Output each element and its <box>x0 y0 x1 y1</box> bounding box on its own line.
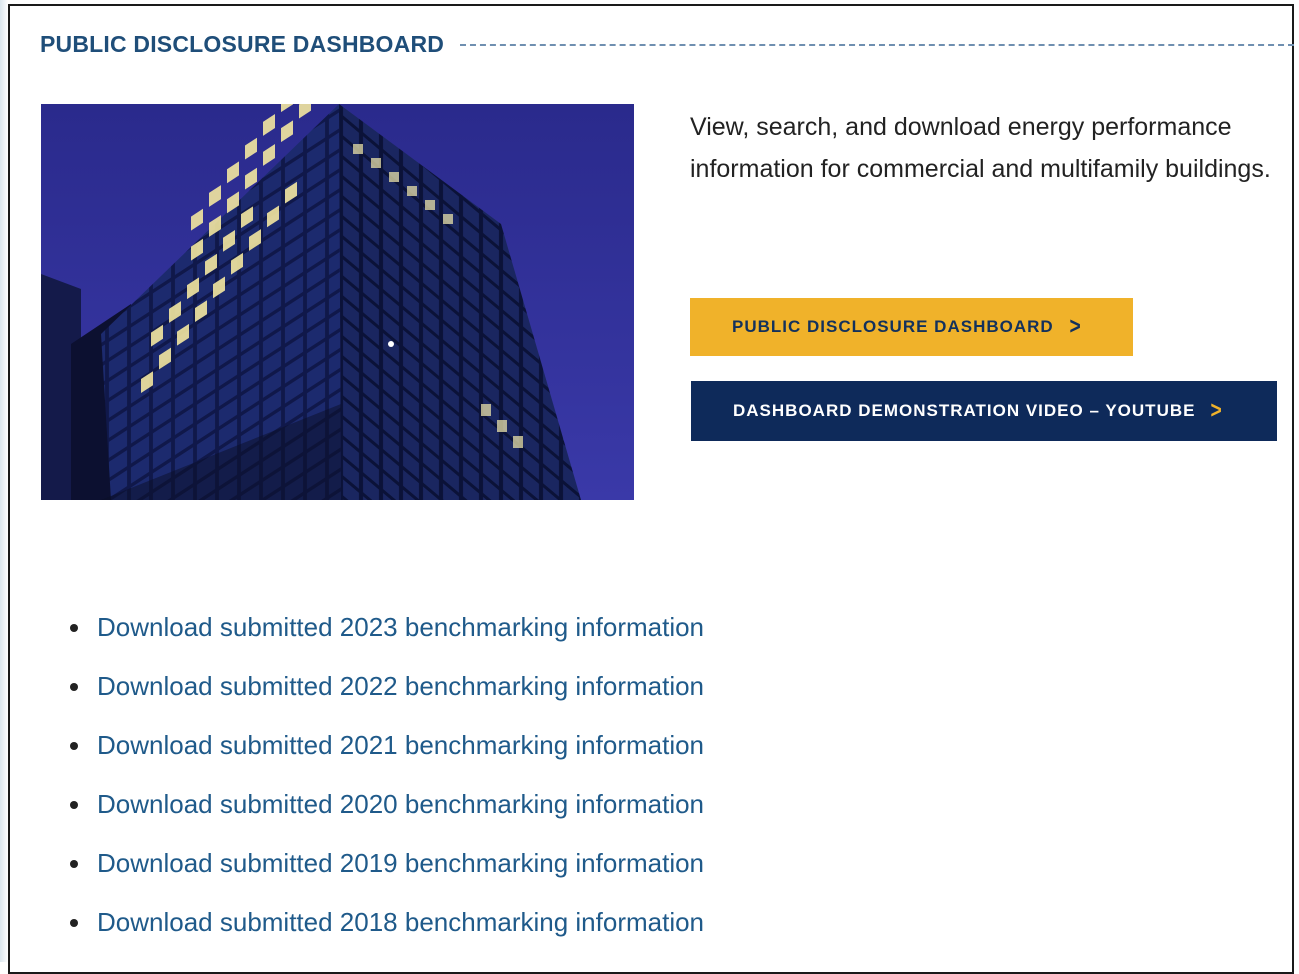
bullet <box>70 859 78 868</box>
bullet <box>70 623 78 632</box>
chevron-right-icon: > <box>1069 313 1082 340</box>
bullet <box>70 682 78 691</box>
list-item: Download submitted 2021 benchmarking inf… <box>66 716 704 775</box>
dashboard-demo-video-button-label: DASHBOARD DEMONSTRATION VIDEO – YOUTUBE <box>733 401 1196 420</box>
download-2023-link[interactable]: Download submitted 2023 benchmarking inf… <box>97 612 704 643</box>
list-item: Download submitted 2018 benchmarking inf… <box>66 893 704 952</box>
bullet <box>70 741 78 750</box>
download-list: Download submitted 2023 benchmarking inf… <box>66 598 704 952</box>
public-disclosure-dashboard-button-label: PUBLIC DISCLOSURE DASHBOARD <box>732 317 1054 336</box>
dashboard-demo-video-button[interactable]: DASHBOARD DEMONSTRATION VIDEO – YOUTUBE … <box>691 381 1277 441</box>
download-2021-link[interactable]: Download submitted 2021 benchmarking inf… <box>97 730 704 761</box>
list-item: Download submitted 2019 benchmarking inf… <box>66 834 704 893</box>
bullet <box>70 800 78 809</box>
chevron-right-icon: > <box>1210 397 1223 424</box>
download-2020-link[interactable]: Download submitted 2020 benchmarking inf… <box>97 789 704 820</box>
bullet <box>70 918 78 927</box>
dashboard-description: View, search, and download energy perfor… <box>690 113 1271 183</box>
public-disclosure-dashboard-button[interactable]: PUBLIC DISCLOSURE DASHBOARD > <box>690 298 1133 356</box>
list-item: Download submitted 2020 benchmarking inf… <box>66 775 704 834</box>
page-edge-shadow <box>0 0 8 962</box>
section-header: PUBLIC DISCLOSURE DASHBOARD <box>40 28 1294 60</box>
download-2022-link[interactable]: Download submitted 2022 benchmarking inf… <box>97 671 704 702</box>
list-item: Download submitted 2023 benchmarking inf… <box>66 598 704 657</box>
building-photo <box>41 104 634 500</box>
building-photo-image <box>41 104 634 500</box>
download-2019-link[interactable]: Download submitted 2019 benchmarking inf… <box>97 848 704 879</box>
download-2018-link[interactable]: Download submitted 2018 benchmarking inf… <box>97 907 704 938</box>
section-title: PUBLIC DISCLOSURE DASHBOARD <box>40 30 445 57</box>
list-item: Download submitted 2022 benchmarking inf… <box>66 657 704 716</box>
section-divider <box>460 44 1294 46</box>
